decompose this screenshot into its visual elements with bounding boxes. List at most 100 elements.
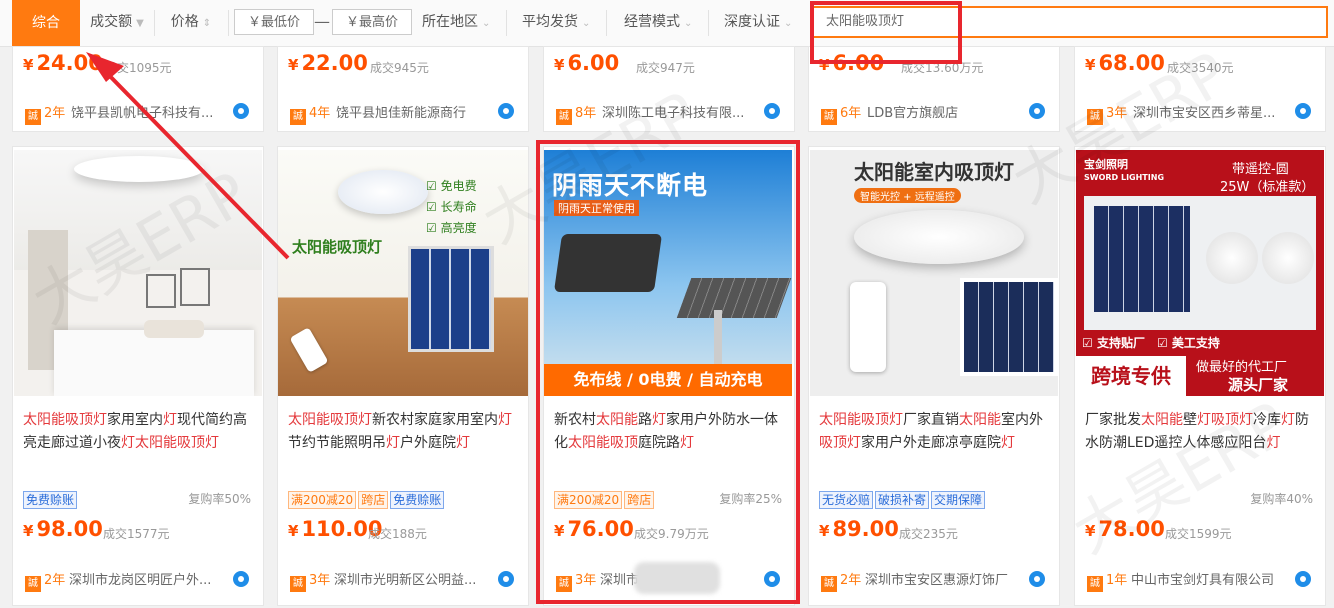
- shop-name[interactable]: 深圳市龙岗区明匠户外...: [69, 569, 229, 588]
- product-title[interactable]: 太阳能吸顶灯厂家直销太阳能室内外吸顶灯家用户外走廊凉亭庭院灯: [819, 409, 1051, 455]
- sort-price-tab[interactable]: 价格 ⇕: [158, 6, 224, 38]
- chevron-down-icon: ⌄: [784, 18, 793, 29]
- price: ¥78.00: [1085, 517, 1165, 541]
- chat-icon[interactable]: [764, 103, 780, 119]
- product-title[interactable]: 太阳能吸顶灯家用室内灯现代简约高亮走廊过道小夜灯太阳能吸顶灯: [23, 409, 255, 455]
- sort-volume-tab[interactable]: 成交额 ▼: [84, 6, 150, 38]
- filter-shipping-dropdown[interactable]: 平均发货 ⌄: [522, 6, 590, 38]
- divider: [606, 10, 607, 36]
- filter-cert-dropdown[interactable]: 深度认证 ⌄: [724, 6, 792, 38]
- sold-amount: 成交1095元: [105, 61, 172, 75]
- top-row-card[interactable]: ¥22.00 成交945元 誠 4年 饶平县旭佳新能源商行: [277, 46, 529, 132]
- price: ¥68.00: [1085, 51, 1165, 75]
- shop-name[interactable]: 饶平县凯帆电子科技有...: [71, 102, 231, 121]
- years-badge: 誠 2年: [25, 102, 65, 125]
- promo-tags: 免费赊账: [23, 489, 79, 509]
- product-image-sword-lighting[interactable]: 宝剑照明 SWORD LIGHTING 带遥控-圆 25W（标准款） ☑ 支持贴…: [1076, 150, 1324, 396]
- filter-mode-label: 经营模式: [624, 14, 680, 30]
- filter-region-dropdown[interactable]: 所在地区 ⌄: [422, 6, 490, 38]
- shop-name[interactable]: LDB官方旗舰店: [867, 102, 1027, 121]
- title-segment: 灯: [1281, 412, 1295, 428]
- image-headline: 太阳能室内吸顶灯: [854, 160, 1014, 184]
- chat-icon[interactable]: [1029, 103, 1045, 119]
- picture-frame: [146, 274, 176, 308]
- top-row-card[interactable]: ¥6.00 成交947元 誠 8年 深圳陈工电子科技有限...: [543, 46, 795, 132]
- price: ¥98.00: [23, 517, 103, 541]
- sort-comprehensive-tab[interactable]: 综合: [12, 0, 80, 46]
- sold-amount: 成交3540元: [1167, 61, 1234, 75]
- bed: [54, 330, 254, 396]
- promo-tag: 破损补寄: [875, 491, 930, 509]
- shop-name[interactable]: 中山市宝剑灯具有限公司: [1131, 569, 1291, 588]
- brand-name: 宝剑照明: [1084, 158, 1128, 171]
- title-segment: 灯: [1266, 435, 1281, 451]
- title-segment: 太阳能吸顶灯: [819, 412, 903, 428]
- product-image-bedroom[interactable]: [14, 150, 262, 396]
- price: ¥89.00: [819, 517, 899, 541]
- crown-icon: 誠: [556, 109, 572, 125]
- chat-icon[interactable]: [498, 103, 514, 119]
- pillow: [144, 320, 204, 338]
- product-title[interactable]: 厂家批发太阳能壁灯吸顶灯冷库灯防水防潮LED遥控人体感应阳台灯: [1085, 409, 1317, 455]
- source-label: 源头厂家: [1228, 376, 1289, 394]
- title-segment: 太阳能: [959, 412, 1001, 428]
- title-segment: 太阳能吸顶灯: [288, 412, 372, 428]
- min-price-input[interactable]: ￥最低价: [234, 9, 314, 35]
- ceiling-lamp: [74, 156, 204, 182]
- product-image-indoor-ceiling[interactable]: 太阳能室内吸顶灯 智能光控 + 远程遥控: [810, 150, 1058, 396]
- shop-name[interactable]: 深圳市宝安区惠源灯饰厂: [865, 569, 1025, 588]
- remote-control: [850, 282, 886, 372]
- top-row-card[interactable]: ¥24.00 成交1095元 誠 2年 饶平县凯帆电子科技有...: [12, 46, 264, 132]
- price: ¥22.00: [288, 51, 368, 75]
- image-subheadline: 智能光控 + 远程遥控: [854, 188, 961, 203]
- chat-icon[interactable]: [1029, 571, 1045, 587]
- cross-border-label: 跨境专供: [1076, 356, 1186, 396]
- filter-mode-dropdown[interactable]: 经营模式 ⌄: [624, 6, 692, 38]
- chevron-down-icon: ▼: [136, 18, 144, 29]
- oem-label: 做最好的代工厂: [1196, 360, 1288, 375]
- brand-name-en: SWORD LIGHTING: [1084, 173, 1165, 182]
- title-segment: 太阳能吸顶灯: [23, 412, 107, 428]
- crown-icon: 誠: [25, 109, 41, 125]
- title-segment: 家用室内: [107, 412, 163, 428]
- feature-item: ☑ 高亮度: [426, 221, 477, 235]
- sold-amount: 成交945元: [370, 61, 429, 75]
- top-row-card[interactable]: ¥68.00 成交3540元 誠 3年 深圳市宝安区西乡蒂星...: [1074, 46, 1326, 132]
- chat-icon[interactable]: [498, 571, 514, 587]
- promo-tag: 免费赊账: [390, 491, 445, 509]
- title-segment: 厂家直销: [903, 412, 959, 428]
- promo-tag: 免费赊账: [23, 491, 78, 509]
- shop-name[interactable]: 深圳市宝安区西乡蒂星...: [1133, 102, 1293, 121]
- chat-icon[interactable]: [233, 571, 249, 587]
- product-image-solar-ceiling[interactable]: 太阳能吸顶灯 ☑ 免电费 ☑ 长寿命 ☑ 高亮度: [278, 150, 528, 396]
- years-badge: 誠 2年: [25, 569, 65, 592]
- crown-icon: 誠: [821, 576, 837, 592]
- min-price-placeholder: ￥最低价: [247, 15, 300, 30]
- title-segment: 厂家批发: [1085, 412, 1141, 428]
- bulb-light: [1206, 232, 1258, 284]
- chat-icon[interactable]: [1295, 571, 1311, 587]
- product-title[interactable]: 太阳能吸顶灯新农村家庭家用室内灯节约节能照明吊灯户外庭院灯: [288, 409, 520, 455]
- title-segment: 户外庭院: [400, 435, 456, 451]
- sort-price-label: 价格: [170, 14, 199, 30]
- feature-item: ☑ 免电费: [426, 179, 477, 193]
- filter-toolbar: 综合 成交额 ▼ 价格 ⇕ ￥最低价 — ￥最高价 所在地区 ⌄ 平均发货 ⌄ 经营模式…: [0, 0, 1334, 47]
- title-segment: 灯: [121, 435, 135, 451]
- chat-icon[interactable]: [1295, 103, 1311, 119]
- filter-cert-label: 深度认证: [724, 14, 780, 30]
- shop-name[interactable]: 深圳陈工电子科技有限...: [602, 102, 762, 121]
- sort-volume-label: 成交额: [90, 14, 133, 30]
- crown-icon: 誠: [1087, 109, 1103, 125]
- chat-icon[interactable]: [233, 103, 249, 119]
- crown-icon: 誠: [1087, 576, 1103, 592]
- image-caption: 太阳能吸顶灯: [292, 238, 383, 256]
- shop-name[interactable]: 深圳市光明新区公明益...: [334, 569, 494, 588]
- title-segment: 太阳能吸顶灯: [135, 435, 219, 451]
- shop-name[interactable]: 饶平县旭佳新能源商行: [336, 102, 496, 121]
- title-segment: 灯: [498, 412, 512, 428]
- product-highlight-box: [536, 140, 800, 604]
- max-price-input[interactable]: ￥最高价: [332, 9, 412, 35]
- divider: [154, 10, 155, 36]
- ceiling-lamp: [854, 210, 1024, 264]
- promo-tag: 跨店: [358, 491, 389, 509]
